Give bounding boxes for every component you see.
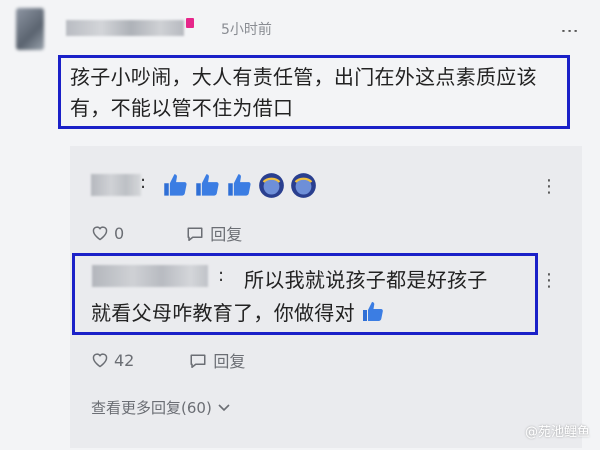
reply-username-redacted[interactable] — [92, 265, 208, 287]
reply-icon[interactable] — [189, 352, 207, 369]
avatar[interactable] — [16, 8, 44, 50]
chevron-down-icon — [218, 403, 230, 411]
comment-card: 5小时前 孩子小吵闹，大人有责任管，出门在外这点素质应该有，不能以管不住为借口 … — [0, 0, 600, 450]
thumbs-up-icon — [228, 174, 251, 196]
thumbs-up-icon — [362, 301, 383, 321]
vip-badge — [186, 18, 194, 28]
reply-actions: 0 回复 — [91, 221, 242, 245]
more-options-icon[interactable]: ⋮ — [540, 176, 559, 197]
reply-text-line2-text: 就看父母咋教育了，你做得对 — [91, 301, 355, 325]
watermark-text: @苑池鲤鱼 — [524, 425, 590, 440]
reply-separator: : — [218, 265, 225, 286]
reply-button[interactable]: 回复 — [213, 348, 245, 372]
like-count: 42 — [114, 350, 135, 370]
reply-username-redacted[interactable] — [91, 174, 141, 196]
reply-button[interactable]: 回复 — [210, 221, 242, 245]
reply-actions: 42 回复 — [91, 348, 245, 372]
more-replies-link[interactable]: 查看更多回复(60) — [91, 397, 230, 418]
comment-text: 孩子小吵闹，大人有责任管，出门在外这点素质应该有，不能以管不住为借口 — [70, 65, 537, 120]
sticker-icon — [291, 173, 316, 198]
reply-icon[interactable] — [186, 225, 204, 242]
thumbs-up-icon — [196, 174, 219, 196]
username-redacted[interactable] — [66, 20, 184, 36]
comment-timestamp: 5小时前 — [221, 22, 272, 38]
heart-icon[interactable] — [91, 225, 109, 241]
highlight-box-comment: 孩子小吵闹，大人有责任管，出门在外这点素质应该有，不能以管不住为借口 — [58, 55, 570, 129]
watermark: @苑池鲤鱼 — [525, 421, 590, 440]
reply-text-line1: 所以我就说孩子都是好孩子 — [244, 268, 488, 292]
emoji-row — [162, 172, 317, 199]
more-options-icon[interactable]: ⋮ — [559, 22, 580, 41]
more-replies-label[interactable]: 查看更多回复(60) — [91, 397, 212, 418]
heart-icon[interactable] — [91, 352, 109, 368]
reply-separator: : — [140, 172, 147, 193]
like-count: 0 — [114, 223, 125, 243]
reply-text-line2: 就看父母咋教育了，你做得对 — [91, 297, 385, 326]
thumbs-up-icon — [164, 174, 187, 196]
sticker-icon — [259, 173, 284, 198]
more-options-icon[interactable]: ⋮ — [540, 270, 559, 291]
